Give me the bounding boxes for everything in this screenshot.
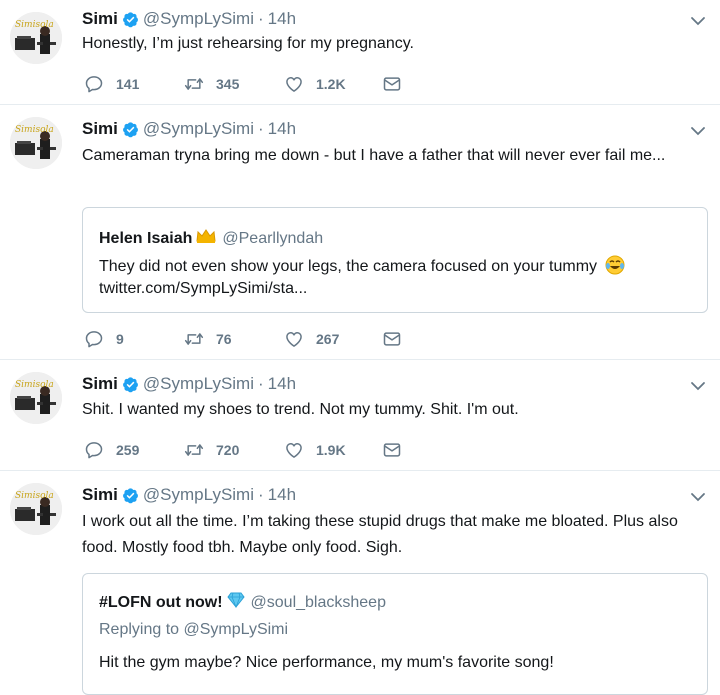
like-count: 1.2K <box>316 76 346 92</box>
direct-message-button[interactable] <box>382 328 414 350</box>
retweet-count: 720 <box>216 442 240 458</box>
timestamp[interactable]: 14h <box>268 119 296 139</box>
tweet-header: Simi @SympLySimi · 14h <box>82 373 296 395</box>
direct-message-button[interactable] <box>382 73 414 95</box>
svg-text:Simisola: Simisola <box>15 491 54 501</box>
username[interactable]: @SympLySimi <box>143 485 254 505</box>
replying-to-text: Replying to @SympLySimi <box>99 621 289 638</box>
display-name[interactable]: Simi <box>82 119 118 139</box>
quoted-username: @soul_blacksheep <box>250 593 386 611</box>
like-button[interactable]: 1.9K <box>284 439 346 461</box>
tweet-actions: 259 720 1.9K <box>84 439 424 461</box>
tweet-actions: 141 345 1.2K <box>84 73 424 95</box>
tweet[interactable]: Simisola Simi @SympLySimi · 14h I work o… <box>0 471 720 695</box>
timestamp[interactable]: 14h <box>268 374 296 394</box>
tweet[interactable]: Simisola Simi @SympLySimi · 14h Shit. I … <box>0 360 720 471</box>
like-count: 1.9K <box>316 442 346 458</box>
retweet-icon <box>184 440 204 460</box>
retweet-button[interactable]: 720 <box>184 439 239 461</box>
username[interactable]: @SympLySimi <box>143 9 254 29</box>
chevron-down-icon[interactable] <box>690 489 706 505</box>
verified-badge-icon <box>122 487 139 504</box>
quoted-tweet[interactable]: Helen Isaiah @Pearllyndah They did not e… <box>82 207 708 313</box>
direct-message-icon <box>382 440 402 460</box>
retweet-count: 76 <box>216 331 232 347</box>
like-count: 267 <box>316 331 340 347</box>
quoted-display-name: Helen Isaiah <box>99 229 193 247</box>
tweet-actions: 9 76 267 <box>84 328 424 350</box>
avatar[interactable]: Simisola <box>10 117 62 169</box>
separator: · <box>258 9 264 28</box>
crown-emoji-icon <box>196 228 216 249</box>
avatar[interactable]: Simisola <box>10 372 62 424</box>
svg-text:Simisola: Simisola <box>15 20 54 30</box>
quoted-tweet[interactable]: #LOFN out now! @soul_blacksheep Replying… <box>82 573 708 695</box>
like-icon <box>284 74 304 94</box>
quoted-tweet-body: They did not even show your legs, the ca… <box>99 258 598 275</box>
tweet-header: Simi @SympLySimi · 14h <box>82 8 296 30</box>
reply-button[interactable]: 9 <box>84 328 124 350</box>
avatar[interactable]: Simisola <box>10 483 62 535</box>
display-name[interactable]: Simi <box>82 485 118 505</box>
tweet[interactable]: Simisola Simi @SympLySimi · 14h Honestly… <box>0 0 720 105</box>
quoted-tweet-text: Hit the gym maybe? Nice performance, my … <box>99 654 554 671</box>
reply-icon <box>84 74 104 94</box>
reply-icon <box>84 329 104 349</box>
retweet-icon <box>184 329 204 349</box>
display-name[interactable]: Simi <box>82 374 118 394</box>
timestamp[interactable]: 14h <box>268 9 296 29</box>
quoted-tweet-link[interactable]: twitter.com/SympLySimi/sta... <box>99 280 695 298</box>
retweet-button[interactable]: 76 <box>184 328 232 350</box>
username[interactable]: @SympLySimi <box>143 374 254 394</box>
retweet-count: 345 <box>216 76 240 92</box>
chevron-down-icon[interactable] <box>690 13 706 29</box>
avatar[interactable]: Simisola <box>10 12 62 64</box>
reply-count: 259 <box>116 442 140 458</box>
tweet-text: Cameraman tryna bring me down - but I ha… <box>82 147 666 164</box>
tweet-text: Shit. I wanted my shoes to trend. Not my… <box>82 401 519 418</box>
tears-of-joy-emoji-icon <box>605 255 625 276</box>
verified-badge-icon <box>122 11 139 28</box>
gem-emoji-icon <box>226 592 245 613</box>
direct-message-button[interactable] <box>382 439 414 461</box>
quoted-username: @Pearllyndah <box>222 229 324 247</box>
svg-text:Simisola: Simisola <box>15 380 54 390</box>
like-button[interactable]: 1.2K <box>284 73 346 95</box>
quoted-tweet-header: Helen Isaiah @Pearllyndah <box>99 228 323 249</box>
direct-message-icon <box>382 74 402 94</box>
tweet-text: I work out all the time. I’m taking thes… <box>82 513 678 556</box>
like-icon <box>284 440 304 460</box>
verified-badge-icon <box>122 376 139 393</box>
separator: · <box>258 374 264 393</box>
like-icon <box>284 329 304 349</box>
tweet-header: Simi @SympLySimi · 14h <box>82 118 296 140</box>
direct-message-icon <box>382 329 402 349</box>
reply-count: 141 <box>116 76 140 92</box>
reply-icon <box>84 440 104 460</box>
chevron-down-icon[interactable] <box>690 378 706 394</box>
verified-badge-icon <box>122 121 139 138</box>
retweet-button[interactable]: 345 <box>184 73 239 95</box>
reply-count: 9 <box>116 331 124 347</box>
reply-button[interactable]: 141 <box>84 73 139 95</box>
username[interactable]: @SympLySimi <box>143 119 254 139</box>
quoted-tweet-header: #LOFN out now! @soul_blacksheep <box>99 592 386 613</box>
quoted-tweet-text: They did not even show your legs, the ca… <box>99 255 695 276</box>
tweet-header: Simi @SympLySimi · 14h <box>82 484 296 506</box>
tweet[interactable]: Simisola Simi @SympLySimi · 14h Camerama… <box>0 105 720 360</box>
tweet-text: Honestly, I’m just rehearsing for my pre… <box>82 35 414 52</box>
timestamp[interactable]: 14h <box>268 485 296 505</box>
display-name[interactable]: Simi <box>82 9 118 29</box>
chevron-down-icon[interactable] <box>690 123 706 139</box>
like-button[interactable]: 267 <box>284 328 339 350</box>
reply-button[interactable]: 259 <box>84 439 139 461</box>
svg-text:Simisola: Simisola <box>15 125 54 135</box>
quoted-display-name: #LOFN out now! <box>99 593 223 611</box>
retweet-icon <box>184 74 204 94</box>
separator: · <box>258 485 264 504</box>
separator: · <box>258 119 264 138</box>
